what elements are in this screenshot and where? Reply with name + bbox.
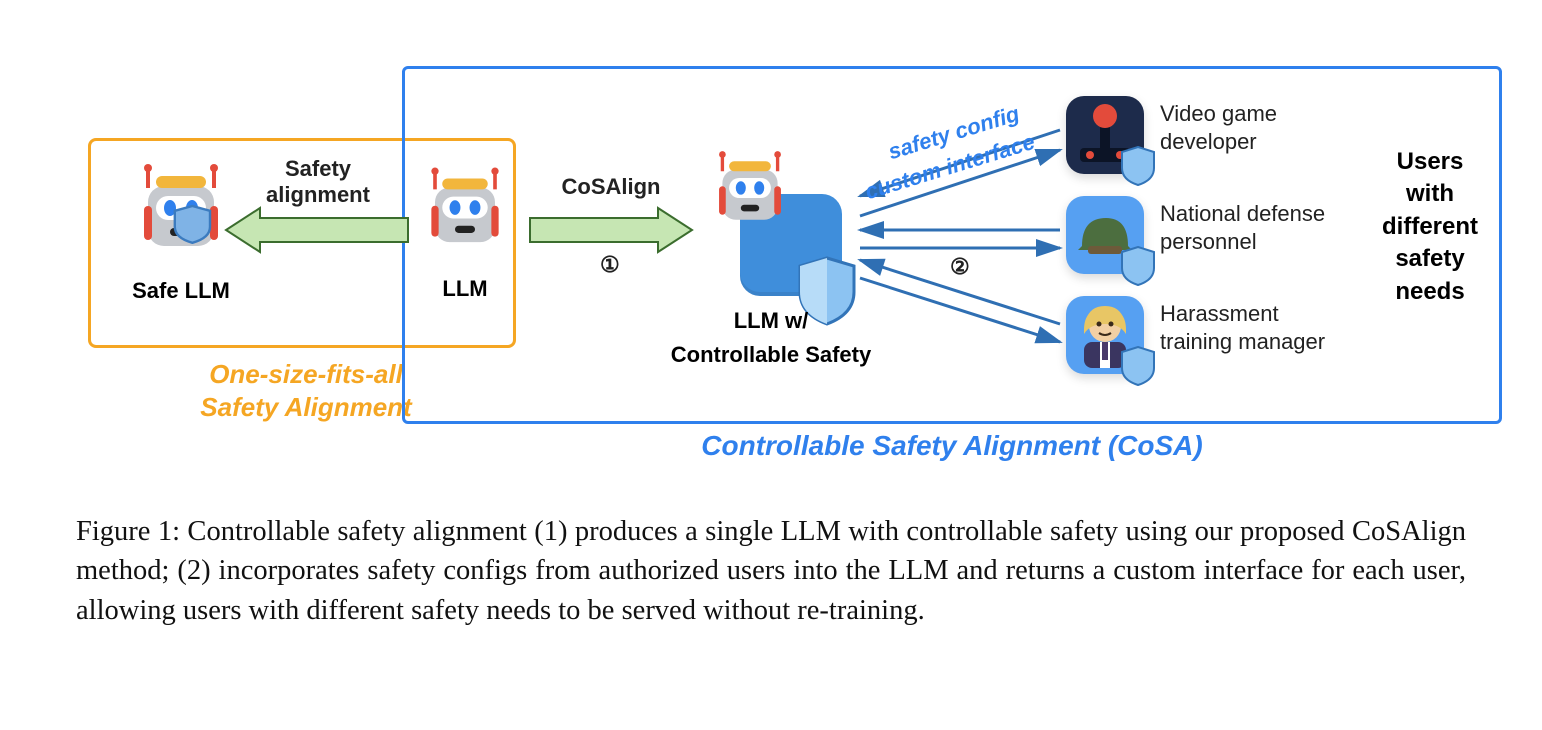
users-heading: Users with different safety needs [1370,146,1490,308]
l2: with [1406,180,1454,207]
l1: Safety [285,156,351,181]
shield-icon [1120,346,1156,386]
robot-icon [704,144,796,242]
figure-caption: Figure 1: Controllable safety alignment … [76,512,1466,630]
manager-tile [1066,296,1144,374]
user-1-label: Video game developer [1160,100,1277,155]
joystick-tile [1066,96,1144,174]
step-1-badge: ① [600,252,620,278]
l2: personnel [1160,229,1257,254]
safety-alignment-label: Safety alignment [238,156,398,208]
shield-icon [1120,246,1156,286]
llm-controllable [700,144,800,242]
cosalign-arrow [526,200,696,260]
user-3-label: Harassment training manager [1160,300,1325,355]
l5: needs [1395,278,1464,305]
text: One-size-fits-all Safety Alignment [200,359,411,422]
step-2-badge: ② [950,254,970,280]
l3: different [1382,213,1478,240]
helmet-tile [1066,196,1144,274]
robot-icon [415,158,515,268]
l1: National defense [1160,201,1325,226]
l1: Users [1397,148,1464,175]
user-2-label: National defense personnel [1160,200,1325,255]
l1: Video game [1160,101,1277,126]
l4: safety [1395,245,1464,272]
llm-label: LLM [410,276,520,302]
l1: Harassment [1160,301,1279,326]
l2: training manager [1160,329,1325,354]
cosa-label: Controllable Safety Alignment (CoSA) [402,430,1502,462]
safe-llm-label: Safe LLM [106,278,256,304]
shield-icon [1120,146,1156,186]
l2: alignment [266,182,370,207]
cosalign-label: CoSAlign [546,174,676,200]
llm: LLM [410,158,520,302]
safety-alignment-arrow [220,200,410,260]
l2: developer [1160,129,1257,154]
diagram-stage: One-size-fits-all Safety Alignment Contr… [0,0,1542,500]
